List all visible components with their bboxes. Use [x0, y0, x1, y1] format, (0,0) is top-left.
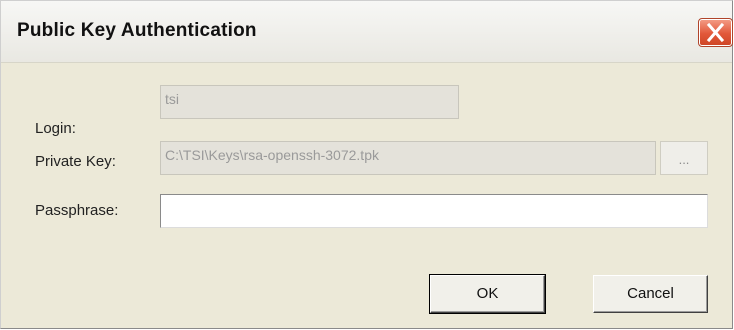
dialog-title: Public Key Authentication — [17, 20, 257, 41]
title-bar[interactable]: Public Key Authentication — [1, 1, 733, 63]
dialog-window: Public Key Authentication Login: tsi Pri… — [0, 0, 733, 329]
close-button[interactable] — [698, 18, 733, 47]
passphrase-input[interactable] — [160, 194, 708, 228]
private-key-label: Private Key: — [35, 153, 116, 170]
login-label: Login: — [35, 120, 76, 137]
close-icon — [706, 22, 725, 43]
browse-button: ... — [660, 141, 708, 175]
private-key-field: C:\TSI\Keys\rsa-openssh-3072.tpk — [160, 141, 656, 175]
cancel-button[interactable]: Cancel — [593, 275, 708, 313]
passphrase-label: Passphrase: — [35, 202, 119, 219]
login-field: tsi — [160, 85, 459, 119]
ok-button[interactable]: OK — [429, 274, 546, 314]
